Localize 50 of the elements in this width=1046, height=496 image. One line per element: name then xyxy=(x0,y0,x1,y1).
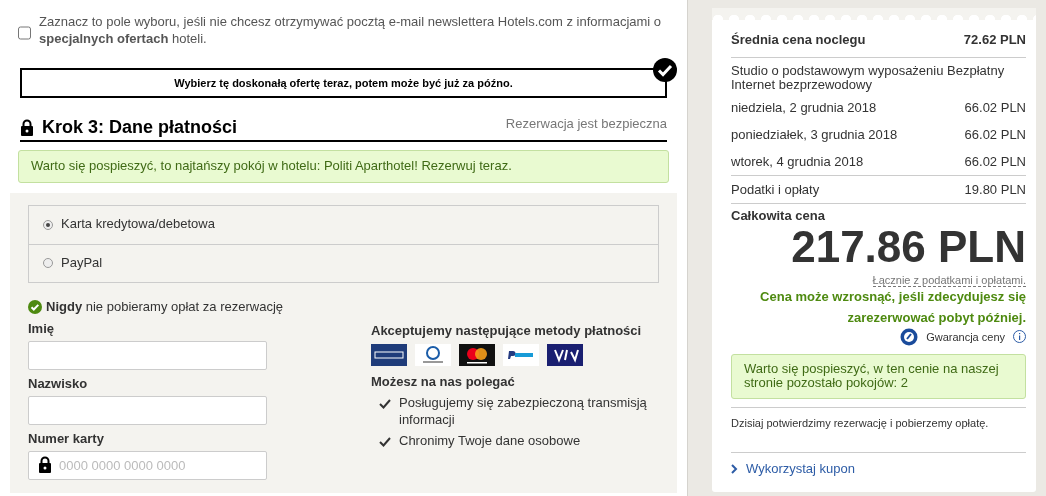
field-label: Imię xyxy=(28,321,55,339)
hurry-alert: Warto się pospieszyć, to najtańszy pokój w hotelu: Politi Aparthotel! Rezerwuj teraz. xyxy=(18,149,669,183)
night-date: niedziela, 2 grudnia 2018 xyxy=(731,100,877,118)
checkmark-icon xyxy=(379,398,391,411)
taxes-price: 19.80 PLN xyxy=(964,182,1026,200)
payment-card-icon xyxy=(547,344,583,367)
payment-card-icon xyxy=(503,344,539,367)
rooms-alert: Warto się pospieszyć, w ten cenie na naszej stronie pozostało pokojów: 2 xyxy=(731,353,1026,399)
radio-button[interactable] xyxy=(43,258,53,269)
room-name: Studio o podstawowym wyposażeniu Bezpłatny Internet bezprzewodowy xyxy=(731,61,1006,95)
night-price: 66.02 PLN xyxy=(964,154,1026,172)
night-price: 66.02 PLN xyxy=(964,127,1026,145)
payment-card-icon xyxy=(415,344,451,367)
secure-note: Rezerwacja jest bezpieczna xyxy=(505,115,667,133)
input-field[interactable]: 0000 0000 0000 0000 xyxy=(28,451,267,481)
payment-card-icon xyxy=(459,344,495,367)
night-price: 66.02 PLN xyxy=(964,100,1026,118)
banner-text: Wybierz tę doskonałą ofertę teraz, potem może być już za późno. xyxy=(174,75,513,90)
lock-icon xyxy=(38,456,52,475)
field-label: Numer karty xyxy=(28,431,105,449)
radio-button[interactable] xyxy=(43,219,53,230)
coupon-link[interactable]: Wykorzystaj kupon xyxy=(731,460,855,478)
no-fee-text: Nigdy nie pobieramy opłat za rezerwację xyxy=(46,298,283,316)
payment-method-label: PayPal xyxy=(61,254,103,272)
average-price-label: Średnia cena noclegu xyxy=(731,32,866,49)
taxes-label: Podatki i opłaty xyxy=(731,182,820,200)
field-label: Nazwisko xyxy=(28,376,89,394)
guarantee-text: Gwarancja ceny xyxy=(926,329,1005,345)
average-price: 72.62 PLN xyxy=(963,32,1026,49)
badge-icon xyxy=(900,327,919,346)
trust-item: Posługujemy się zabezpieczoną transmisją informacji xyxy=(399,395,648,429)
input-field[interactable] xyxy=(28,341,267,371)
input-field[interactable] xyxy=(28,396,267,426)
night-date: wtorek, 4 grudnia 2018 xyxy=(731,154,864,172)
price-warning: Cena może wzrosnąć, jeśli zdecydujesz się zarezerwować pobyt później. xyxy=(759,287,1026,327)
payment-methods-title: Akceptujemy następujące metody płatności xyxy=(371,323,643,341)
trust-item: Chronimy Twoje dane osobowe xyxy=(399,433,582,450)
newsletter-text: Zaznacz to pole wyboru, jeśli nie chcesz otrzymywać pocztą e-mail newslettera Hotels.com z informacjami o specjalnych ofertach hoteli. xyxy=(39,14,663,48)
payment-method-label: Karta kredytowa/debetowa xyxy=(61,216,215,233)
charge-note: Dzisiaj potwierdzimy rezerwację i pobierzemy opłatę. xyxy=(731,415,990,431)
trust-title: Możesz na nas polegać xyxy=(371,374,516,392)
checkmark-icon xyxy=(379,436,391,448)
chevron-right-icon xyxy=(731,464,738,475)
night-date: poniedziałek, 3 grudnia 2018 xyxy=(731,127,898,145)
tax-note: Łącznie z podatkami i opłatami. xyxy=(872,273,1026,287)
info-icon xyxy=(1013,330,1026,344)
check-circle-icon xyxy=(28,300,42,314)
step-title: Krok 3: Dane płatności xyxy=(42,117,238,139)
lock-icon xyxy=(20,118,34,137)
payment-card-icon xyxy=(371,344,407,367)
